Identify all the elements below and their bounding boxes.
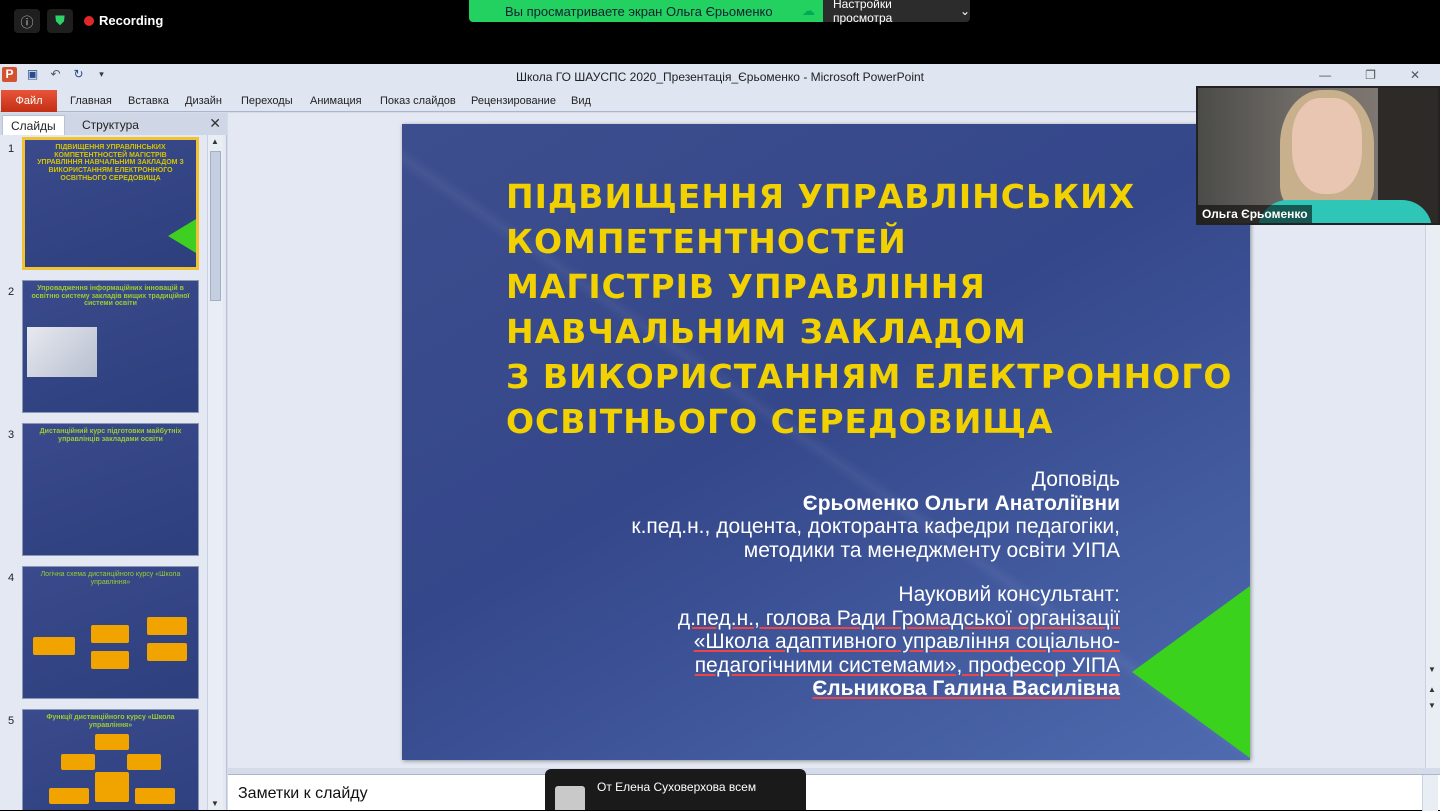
diagram-box: [91, 625, 129, 643]
consultant-label: Науковий консультант:: [898, 583, 1120, 606]
record-dot-icon: [84, 15, 94, 26]
diagram-box: [147, 617, 187, 635]
chat-notification[interactable]: От Елена Суховерхова всем: [545, 769, 806, 810]
thumbnails-scrollbar[interactable]: ▲ ▼: [207, 135, 223, 810]
green-triangle-decoration: [1132, 586, 1250, 758]
thumbnail-title: Дистанційний курс підготовки майбутніх у…: [39, 428, 182, 443]
title-line: ОСВІТНЬОГО СЕРЕДОВИЩА: [506, 402, 1054, 441]
diagram-box: [49, 788, 89, 804]
slide-number: 3: [8, 429, 15, 441]
screen-share-banner: Вы просматриваете экран Ольга Єрьоменко …: [469, 0, 823, 22]
view-settings-button[interactable]: Настройки просмотра ⌄: [823, 0, 970, 25]
thumbnail-title: Упровадження інформаційних інновацій в о…: [31, 285, 190, 308]
author-title-line: к.пед.н., доцента, докторанта кафедри пе…: [631, 515, 1120, 538]
diagram-box: [95, 734, 129, 750]
recording-label: Recording: [99, 13, 164, 28]
notes-placeholder[interactable]: Заметки к слайду: [238, 785, 368, 803]
chat-sender: От Елена Суховерхова всем: [597, 780, 757, 794]
avatar: [555, 786, 585, 810]
window-controls: — ❐ ✕: [1319, 68, 1420, 82]
green-triangle-decoration: [168, 219, 196, 253]
slides-panel-tabs: Слайды Структура ✕: [0, 113, 227, 135]
slide-title[interactable]: ПІДВИЩЕННЯ УПРАВЛІНСЬКИХ КОМПЕТЕНТНОСТЕЙ…: [506, 174, 1233, 444]
thumbnail-title: Логічна схема дистанційного курсу «Школа…: [40, 571, 181, 586]
author-title-line: методики та менеджменту освіти УІПА: [743, 538, 1120, 562]
diagram-box: [33, 637, 75, 655]
tab-outline[interactable]: Структура: [74, 115, 147, 135]
thumbnail-preview[interactable]: Упровадження інформаційних інновацій в о…: [22, 280, 199, 413]
slide-body-text[interactable]: Доповідь Єрьоменко Ольги Анатоліївни к.п…: [420, 468, 1120, 701]
tab-review[interactable]: Рецензирование: [471, 95, 556, 107]
scroll-up-icon[interactable]: ▲: [211, 137, 219, 146]
consultant-line: «Школа адаптивного управління соціально-: [693, 630, 1120, 653]
thumbnail-title: Функції дистанційного курсу «Школа управ…: [46, 714, 175, 729]
slide-number: 5: [8, 715, 15, 727]
tab-slideshow[interactable]: Показ слайдов: [380, 95, 456, 107]
thumbnail-preview[interactable]: Логічна схема дистанційного курсу «Школа…: [22, 566, 199, 699]
author-name: Єрьоменко Ольги Анатоліївни: [802, 491, 1120, 515]
thumbnail-preview[interactable]: Дистанційний курс підготовки майбутніх у…: [22, 423, 199, 556]
close-panel-icon[interactable]: ✕: [209, 115, 221, 132]
participant-name: Ольга Єрьоменко: [1198, 205, 1312, 223]
slide-number: 4: [8, 572, 15, 584]
diagram-box: [135, 788, 175, 804]
title-line: З ВИКОРИСТАННЯМ ЕЛЕКТРОННОГО: [506, 357, 1233, 396]
report-label: Доповідь: [1031, 468, 1120, 491]
slide-number: 1: [8, 143, 15, 155]
maximize-icon[interactable]: ❐: [1365, 68, 1376, 82]
info-icon[interactable]: ⓘ: [14, 9, 40, 33]
tab-transitions[interactable]: Переходы: [241, 95, 293, 107]
shield-icon[interactable]: ⛊: [47, 9, 73, 33]
share-banner-text: Вы просматриваете экран Ольга Єрьоменко: [505, 3, 773, 19]
scroll-down-icon[interactable]: ▼: [211, 799, 219, 808]
slide-number: 2: [8, 286, 15, 298]
title-line: КОМПЕТЕНТНОСТЕЙ: [506, 222, 907, 261]
thumbnail-title: ПІДВИЩЕННЯ УПРАВЛІНСЬКИХ КОМПЕТЕНТНОСТЕЙ…: [37, 144, 184, 182]
next-slide-icon[interactable]: ▼: [1428, 701, 1436, 710]
tab-animation[interactable]: Анимация: [310, 95, 362, 107]
zoom-toolbar: ⓘ ⛊ Recording Вы просматриваете экран Ол…: [0, 0, 1440, 64]
thumbnail-image: [27, 327, 97, 377]
diagram-box: [147, 643, 187, 661]
tab-home[interactable]: Главная: [70, 95, 112, 107]
current-slide[interactable]: ПІДВИЩЕННЯ УПРАВЛІНСЬКИХ КОМПЕТЕНТНОСТЕЙ…: [402, 124, 1250, 760]
diagram-box: [91, 651, 129, 669]
title-line: МАГІСТРІВ УПРАВЛІННЯ: [506, 267, 986, 306]
view-settings-label: Настройки просмотра: [833, 0, 893, 25]
consultant-line: педагогічними системами», професор УІПА: [694, 653, 1120, 677]
diagram-box: [95, 772, 129, 802]
notes-scrollbar[interactable]: [1422, 775, 1438, 811]
thumbnail-preview[interactable]: Функції дистанційного курсу «Школа управ…: [22, 709, 199, 810]
scrollbar-thumb[interactable]: [210, 151, 221, 301]
tab-insert[interactable]: Вставка: [128, 95, 169, 107]
tab-view[interactable]: Вид: [571, 95, 591, 107]
tab-design[interactable]: Дизайн: [185, 95, 222, 107]
tab-slides[interactable]: Слайды: [2, 115, 65, 135]
participant-video[interactable]: Ольга Єрьоменко: [1196, 86, 1440, 225]
participant-face: [1292, 98, 1362, 194]
thumbnail-list: 1 ПІДВИЩЕННЯ УПРАВЛІНСЬКИХ КОМПЕТЕНТНОСТ…: [0, 135, 205, 810]
scroll-down-icon[interactable]: ▼: [1428, 665, 1436, 674]
slides-panel: Слайды Структура ✕ 1 ПІДВИЩЕННЯ УПРАВЛІН…: [0, 113, 227, 810]
minimize-icon[interactable]: —: [1319, 68, 1331, 82]
diagram-box: [127, 754, 161, 770]
previous-slide-icon[interactable]: ▲: [1428, 685, 1436, 694]
window-title: Школа ГО ШАУСПС 2020_Презентація_Єрьомен…: [515, 70, 925, 84]
title-line: НАВЧАЛЬНИМ ЗАКЛАДОМ: [506, 312, 1027, 351]
cloud-icon: ☁: [802, 3, 815, 18]
chevron-down-icon: ⌄: [959, 4, 970, 18]
recording-indicator[interactable]: Recording: [84, 13, 163, 28]
consultant-name: Єльникова Галина Василівна: [812, 677, 1120, 700]
close-icon[interactable]: ✕: [1410, 68, 1420, 82]
diagram-box: [61, 754, 95, 770]
title-line: ПІДВИЩЕННЯ УПРАВЛІНСЬКИХ: [506, 177, 1136, 216]
file-tab[interactable]: Файл: [1, 90, 57, 112]
notes-pane[interactable]: Заметки к слайду: [228, 774, 1440, 811]
consultant-line: д.пед.н., голова Ради Громадської органі…: [677, 606, 1120, 630]
thumbnail-preview[interactable]: ПІДВИЩЕННЯ УПРАВЛІНСЬКИХ КОМПЕТЕНТНОСТЕЙ…: [22, 137, 199, 270]
